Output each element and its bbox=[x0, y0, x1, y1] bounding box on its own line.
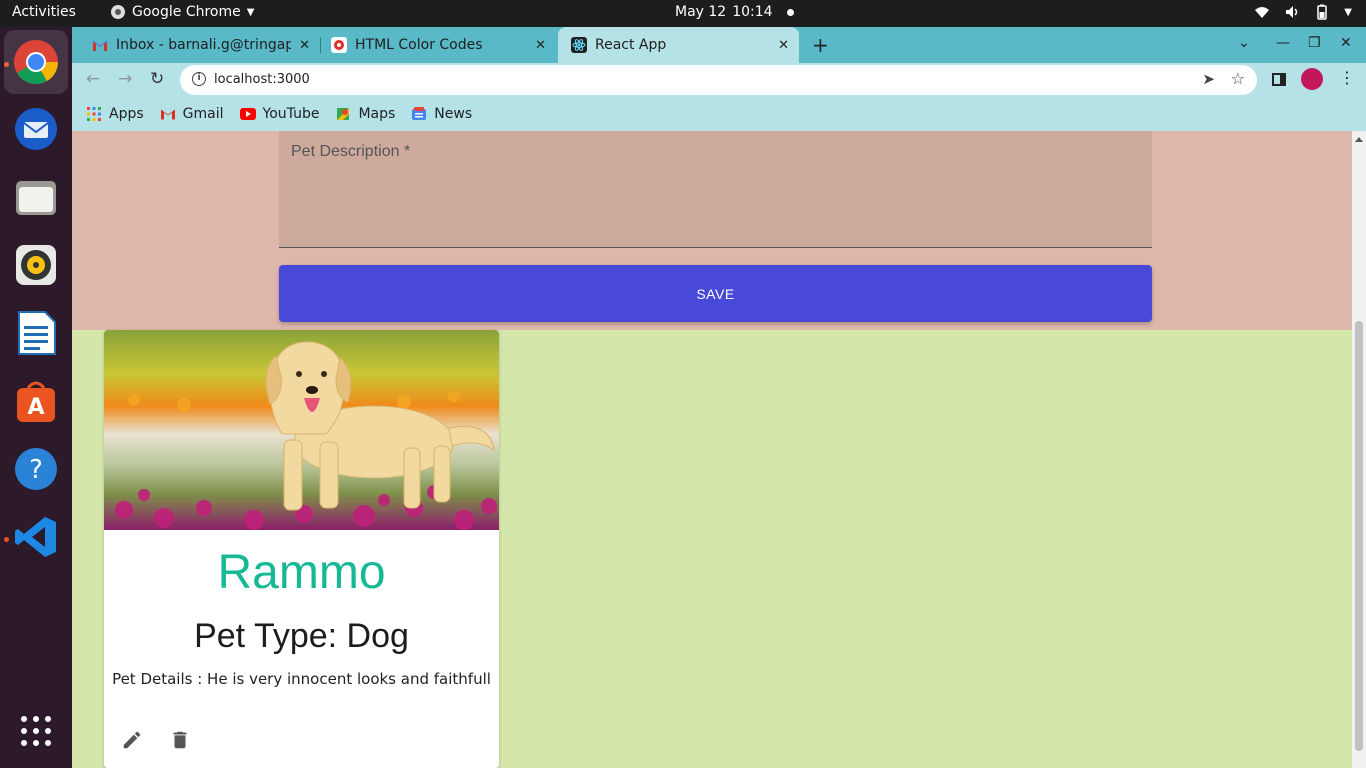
pet-cards-area: Rammo Pet Type: Dog Pet Details : He is … bbox=[72, 330, 1366, 768]
bookmark-youtube[interactable]: YouTube bbox=[239, 106, 320, 122]
tab-react-app[interactable]: React App ✕ bbox=[558, 27, 799, 63]
new-tab-icon[interactable]: + bbox=[812, 33, 829, 57]
bookmark-maps[interactable]: Maps bbox=[335, 106, 395, 122]
send-tab-icon[interactable]: ➤ bbox=[1202, 70, 1215, 88]
clock-time: 10:14 bbox=[732, 4, 773, 20]
close-window-icon[interactable]: ✕ bbox=[1340, 35, 1352, 51]
vscode-icon[interactable] bbox=[12, 513, 60, 561]
youtube-icon bbox=[239, 108, 256, 120]
bookmark-label: News bbox=[434, 106, 473, 122]
minimize-icon[interactable]: — bbox=[1276, 35, 1290, 51]
save-button[interactable]: SAVE bbox=[279, 265, 1152, 322]
edit-icon[interactable] bbox=[120, 728, 144, 752]
wifi-icon bbox=[1255, 7, 1270, 18]
url-text: localhost:3000 bbox=[214, 72, 310, 87]
pet-description-label: Pet Description * bbox=[291, 143, 411, 160]
close-icon[interactable]: ✕ bbox=[778, 38, 789, 53]
files-icon[interactable] bbox=[12, 173, 60, 221]
tab-search-chevron-icon[interactable]: ⌄ bbox=[1238, 35, 1250, 51]
page-viewport: Pet Description * SAVE Rammo Pet Type: D… bbox=[72, 131, 1366, 768]
bookmark-star-icon[interactable]: ☆ bbox=[1231, 69, 1245, 88]
chevron-down-icon: ▼ bbox=[246, 6, 255, 18]
address-bar[interactable]: i localhost:3000 ➤ ☆ bbox=[180, 65, 1257, 95]
pet-type: Pet Type: Dog bbox=[194, 617, 409, 655]
browser-window: Inbox - barnali.g@tringap ✕ HTML Color C… bbox=[72, 27, 1366, 131]
system-tray[interactable]: ▼ bbox=[1254, 4, 1352, 20]
tab-title: HTML Color Codes bbox=[355, 37, 483, 53]
thunderbird-icon[interactable] bbox=[12, 105, 60, 153]
pet-form: Pet Description * SAVE bbox=[72, 131, 1366, 330]
chrome-icon[interactable] bbox=[4, 30, 68, 94]
tab-title: Inbox - barnali.g@tringap bbox=[116, 37, 291, 53]
activities-button[interactable]: Activities bbox=[12, 4, 76, 20]
bookmark-label: YouTube bbox=[262, 106, 320, 122]
site-info-icon[interactable]: i bbox=[192, 72, 206, 86]
tab-strip: Inbox - barnali.g@tringap ✕ HTML Color C… bbox=[72, 27, 1366, 63]
menu-kebab-icon[interactable]: ⋮ bbox=[1339, 68, 1355, 87]
chrome-small-icon bbox=[111, 5, 125, 19]
browser-toolbar: ← → ↻ i localhost:3000 ➤ ☆ ⋮ bbox=[72, 63, 1366, 97]
close-icon[interactable]: ✕ bbox=[535, 38, 546, 53]
react-icon bbox=[571, 37, 587, 53]
dock: A ? bbox=[0, 27, 72, 768]
htmlcolor-icon bbox=[331, 37, 347, 53]
close-icon[interactable]: ✕ bbox=[299, 38, 310, 53]
back-icon[interactable]: ← bbox=[86, 69, 100, 89]
help-icon[interactable]: ? bbox=[12, 445, 60, 493]
system-menu-chevron-icon: ▼ bbox=[1344, 6, 1352, 18]
writer-icon[interactable] bbox=[12, 309, 60, 357]
app-menu-label: Google Chrome bbox=[132, 4, 241, 20]
side-panel-icon[interactable] bbox=[1272, 73, 1286, 86]
volume-icon bbox=[1286, 6, 1298, 18]
tab-title: React App bbox=[595, 37, 667, 53]
scrollbar-thumb[interactable] bbox=[1355, 321, 1363, 751]
app-menu[interactable]: Google Chrome ▼ bbox=[110, 4, 254, 20]
tab-html-color-codes[interactable]: HTML Color Codes ✕ bbox=[321, 27, 556, 63]
bookmarks-bar: Apps Gmail YouTube Maps News bbox=[72, 97, 1366, 131]
pet-description-field[interactable]: Pet Description * bbox=[279, 131, 1152, 248]
clock[interactable]: May 12 10:14 bbox=[675, 4, 794, 20]
gmail-icon bbox=[92, 37, 108, 53]
system-top-bar: Activities Google Chrome ▼ May 12 10:14 … bbox=[0, 0, 1366, 27]
bookmark-gmail[interactable]: Gmail bbox=[160, 106, 224, 122]
scroll-up-arrow-icon[interactable] bbox=[1355, 137, 1363, 142]
pet-photo bbox=[104, 330, 499, 530]
restore-icon[interactable]: ❐ bbox=[1308, 35, 1321, 51]
svg-text:A: A bbox=[27, 395, 44, 420]
svg-text:?: ? bbox=[29, 455, 43, 485]
forward-icon[interactable]: → bbox=[118, 69, 132, 89]
bookmark-label: Gmail bbox=[182, 106, 224, 122]
bookmark-label: Maps bbox=[358, 106, 396, 122]
gmail-icon bbox=[160, 109, 175, 120]
running-indicator bbox=[4, 537, 9, 542]
show-apps-icon[interactable] bbox=[12, 707, 60, 755]
notification-dot-icon bbox=[786, 8, 794, 16]
pet-card: Rammo Pet Type: Dog Pet Details : He is … bbox=[104, 330, 499, 768]
bookmark-label: Apps bbox=[109, 106, 144, 122]
maps-icon bbox=[337, 108, 350, 120]
bookmark-apps[interactable]: Apps bbox=[86, 106, 144, 122]
delete-icon[interactable] bbox=[168, 728, 192, 752]
news-icon bbox=[412, 107, 427, 120]
rhythmbox-icon[interactable] bbox=[12, 241, 60, 289]
pet-details: Pet Details : He is very innocent looks … bbox=[112, 670, 491, 688]
clock-date: May 12 bbox=[675, 4, 727, 20]
bookmark-news[interactable]: News bbox=[411, 106, 472, 122]
apps-grid-icon bbox=[87, 107, 101, 121]
profile-avatar[interactable] bbox=[1301, 68, 1323, 90]
pet-name: Rammo bbox=[217, 546, 386, 599]
software-icon[interactable]: A bbox=[12, 377, 60, 425]
page-scrollbar[interactable] bbox=[1352, 131, 1366, 768]
tab-inbox[interactable]: Inbox - barnali.g@tringap ✕ bbox=[80, 27, 320, 63]
battery-icon bbox=[1317, 4, 1328, 20]
reload-icon[interactable]: ↻ bbox=[150, 69, 164, 89]
